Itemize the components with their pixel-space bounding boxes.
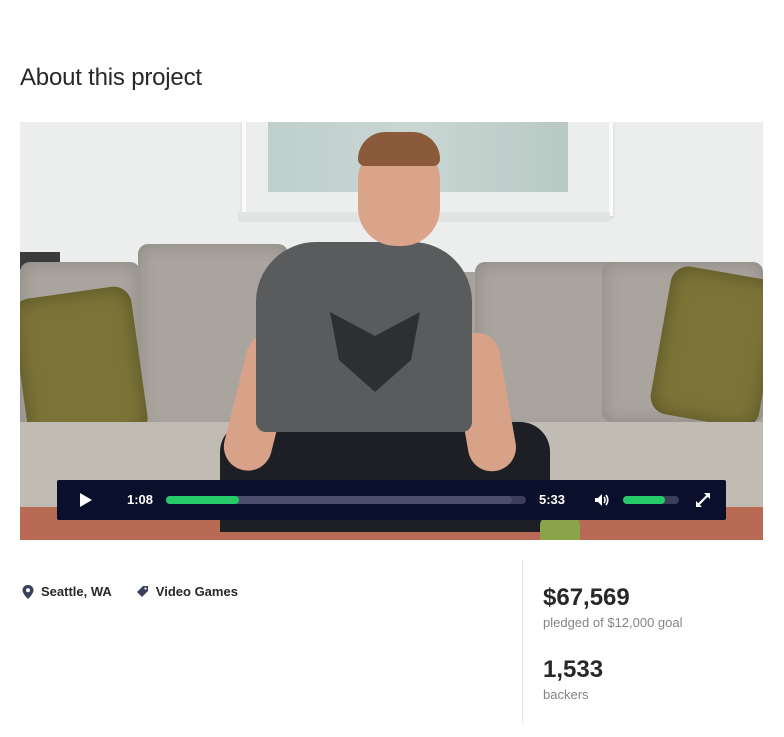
fullscreen-icon[interactable] [694,491,712,509]
volume-fill [623,496,665,504]
location-link[interactable]: Seattle, WA [22,584,112,599]
current-time: 1:08 [127,492,154,507]
backers-label: backers [543,687,589,702]
category-label: Video Games [155,584,238,599]
volume-slider[interactable] [623,496,679,504]
video-player[interactable]: 1:08 5:33 [20,122,763,540]
play-icon[interactable] [77,491,95,509]
tag-icon [136,585,156,598]
video-frame[interactable] [20,122,763,540]
location-label: Seattle, WA [41,584,112,599]
pledged-goal-label: pledged of $12,000 goal [543,615,683,630]
progress-bar[interactable] [166,496,526,504]
total-time: 5:33 [539,492,566,507]
project-meta: Seattle, WA Video Games [22,584,238,599]
backers-count: 1,533 [543,656,604,683]
progress-fill [166,496,240,504]
divider [522,560,523,723]
category-link[interactable]: Video Games [136,584,238,599]
location-pin-icon [22,584,41,599]
pledged-amount: $67,569 [543,584,630,611]
volume-icon[interactable] [594,492,610,508]
video-controls: 1:08 5:33 [57,480,726,520]
page-title: About this project [20,63,202,91]
